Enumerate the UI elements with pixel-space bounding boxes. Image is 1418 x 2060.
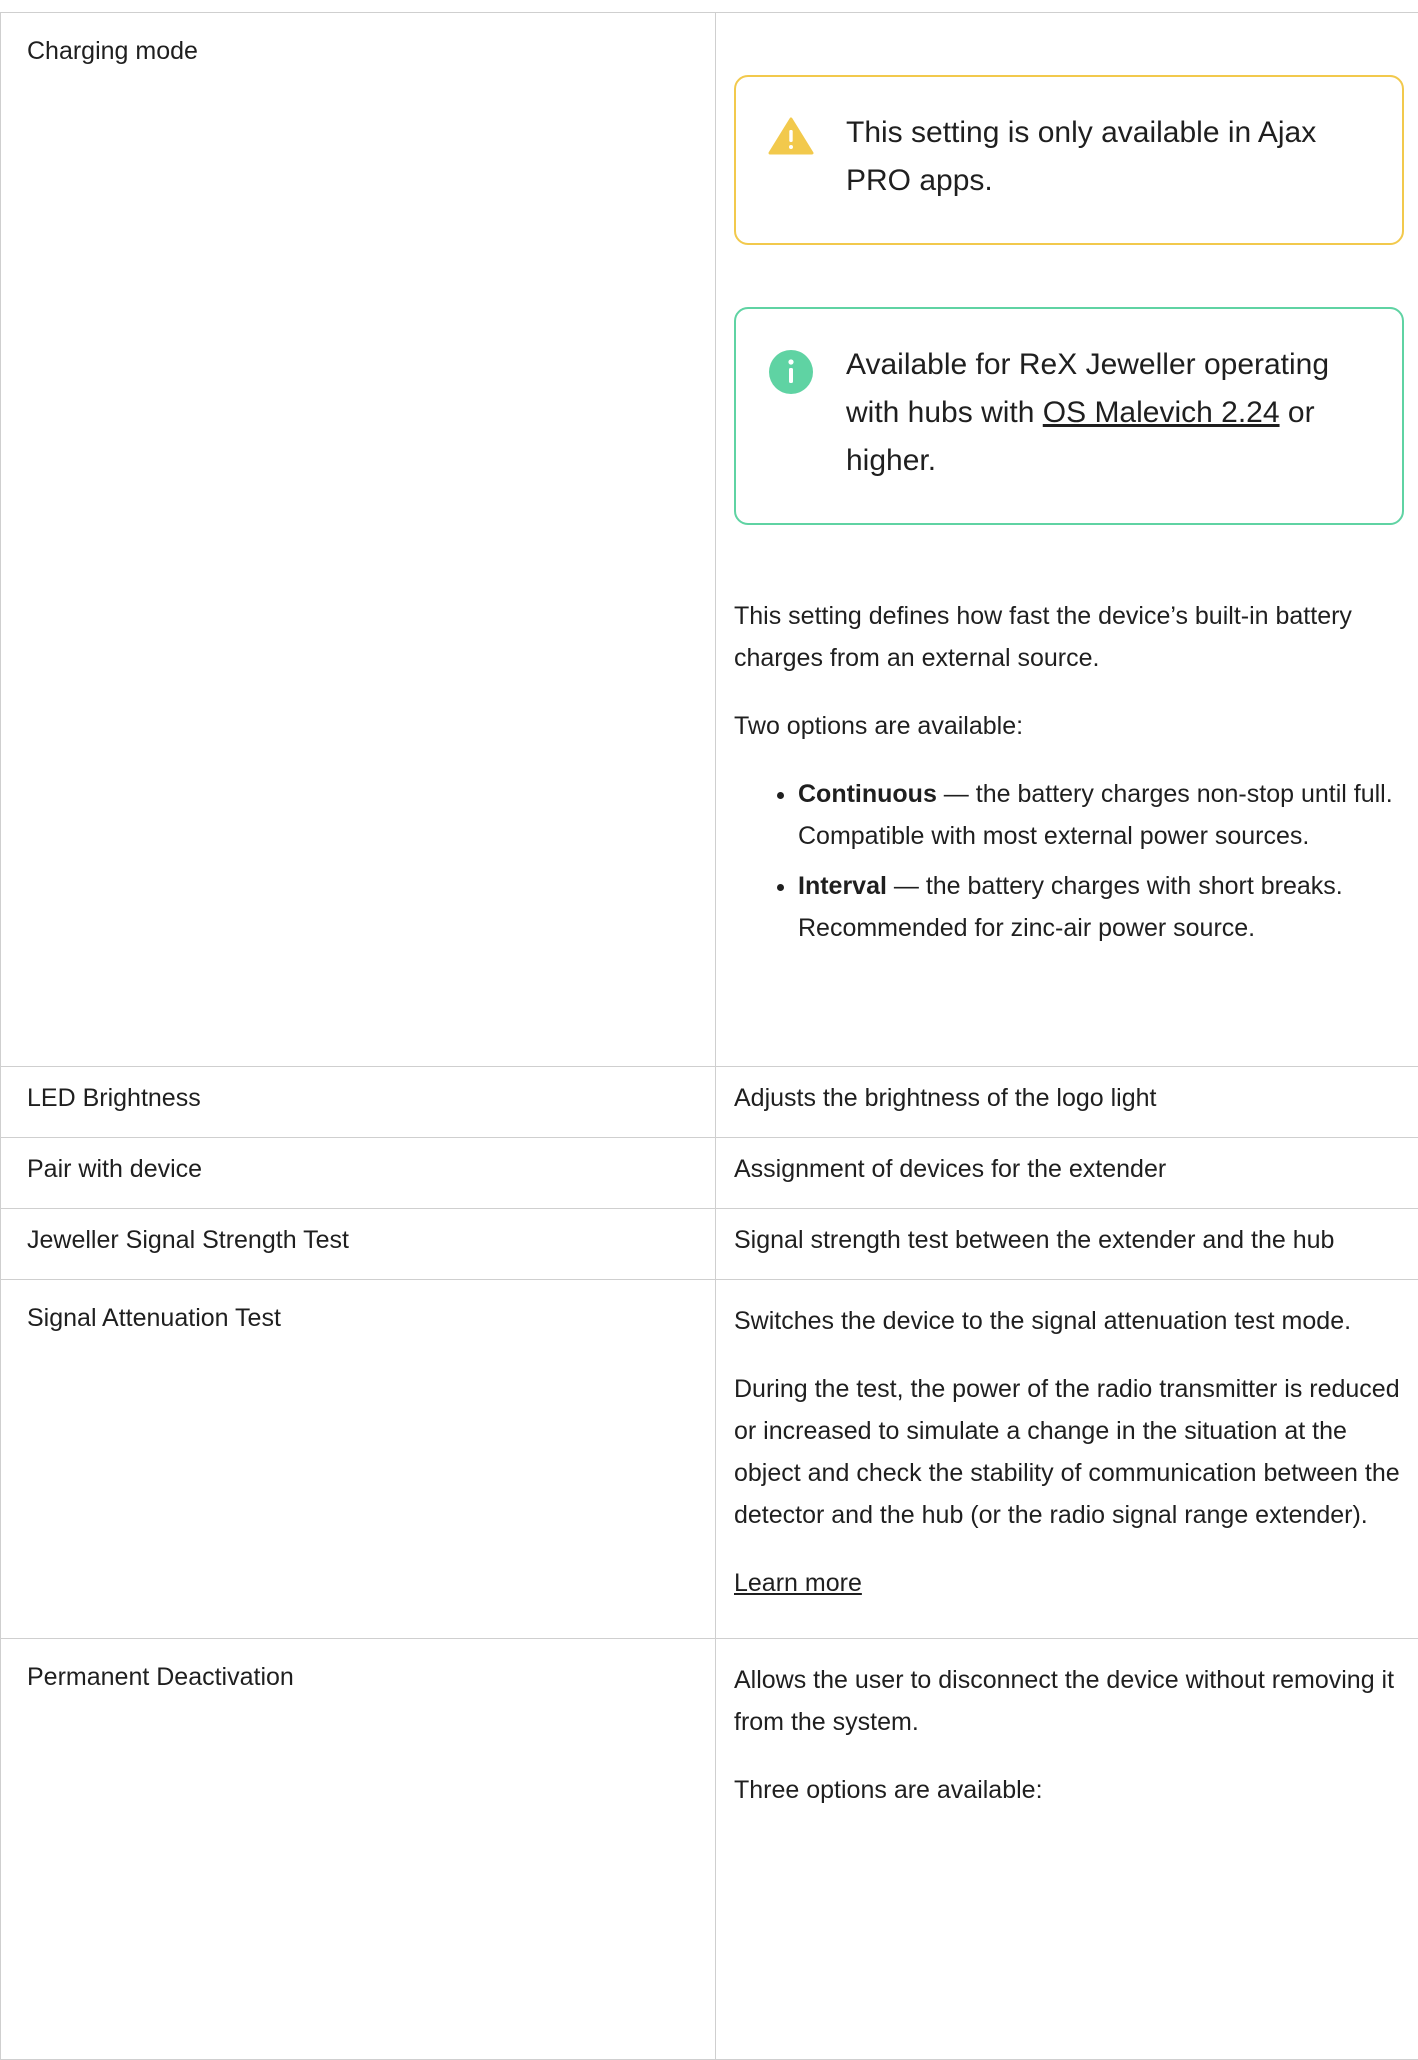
setting-name-cell: Jeweller Signal Strength Test xyxy=(1,1209,716,1280)
setting-name: Permanent Deactivation xyxy=(1,1639,715,2059)
setting-description-cell: Assignment of devices for the extender xyxy=(716,1138,1418,1209)
table-row: Charging mode This setting is only avail… xyxy=(1,13,1418,1067)
setting-name: Pair with device xyxy=(1,1138,715,1208)
pro-apps-warning-notice: This setting is only available in Ajax P… xyxy=(734,75,1404,245)
table-row: Pair with device Assignment of devices f… xyxy=(1,1138,1418,1209)
setting-name-cell: LED Brightness xyxy=(1,1067,716,1138)
setting-name-cell: Permanent Deactivation xyxy=(1,1639,716,2060)
list-item: Continuous — the battery charges non-sto… xyxy=(798,773,1418,857)
setting-description: Assignment of devices for the extender xyxy=(716,1138,1418,1208)
firmware-info-notice: Available for ReX Jeweller operating wit… xyxy=(734,307,1404,525)
setting-description-cell: Switches the device to the signal attenu… xyxy=(716,1280,1418,1639)
table-row: Permanent Deactivation Allows the user t… xyxy=(1,1639,1418,2060)
learn-more-link[interactable]: Learn more xyxy=(734,1569,862,1597)
setting-name-cell: Pair with device xyxy=(1,1138,716,1209)
setting-description-cell: This setting is only available in Ajax P… xyxy=(716,13,1418,1067)
info-text: Available for ReX Jeweller operating wit… xyxy=(846,341,1366,485)
setting-name: Jeweller Signal Strength Test xyxy=(1,1209,715,1279)
setting-description: Allows the user to disconnect the device… xyxy=(734,1659,1418,1743)
os-malevich-link[interactable]: OS Malevich 2.24 xyxy=(1043,396,1280,429)
setting-description: Adjusts the brightness of the logo light xyxy=(716,1067,1418,1137)
setting-name: LED Brightness xyxy=(1,1067,715,1137)
setting-description: Switches the device to the signal attenu… xyxy=(734,1300,1418,1342)
setting-details: During the test, the power of the radio … xyxy=(734,1368,1418,1536)
options-intro: Two options are available: xyxy=(734,705,1418,747)
setting-name-cell: Charging mode xyxy=(1,13,716,1067)
setting-description-cell: Signal strength test between the extende… xyxy=(716,1209,1418,1280)
warning-triangle-icon xyxy=(768,109,816,205)
list-item: Interval — the battery charges with shor… xyxy=(798,865,1418,949)
options-list: Continuous — the battery charges non-sto… xyxy=(734,773,1418,949)
info-circle-icon xyxy=(768,341,816,485)
setting-description-cell: Adjusts the brightness of the logo light xyxy=(716,1067,1418,1138)
setting-description: This setting defines how fast the device… xyxy=(734,595,1418,679)
setting-name: Charging mode xyxy=(1,13,715,1066)
table-row: Jeweller Signal Strength Test Signal str… xyxy=(1,1209,1418,1280)
option-term: Interval xyxy=(798,872,887,900)
settings-table: Charging mode This setting is only avail… xyxy=(0,12,1418,2060)
table-row: Signal Attenuation Test Switches the dev… xyxy=(1,1280,1418,1639)
options-intro: Three options are available: xyxy=(734,1769,1418,1811)
warning-text: This setting is only available in Ajax P… xyxy=(846,109,1366,205)
setting-name: Signal Attenuation Test xyxy=(1,1280,715,1336)
setting-name-cell: Signal Attenuation Test xyxy=(1,1280,716,1639)
setting-description: Signal strength test between the extende… xyxy=(716,1209,1418,1279)
table-row: LED Brightness Adjusts the brightness of… xyxy=(1,1067,1418,1138)
setting-description-cell: Allows the user to disconnect the device… xyxy=(716,1639,1418,2060)
option-term: Continuous xyxy=(798,780,937,808)
